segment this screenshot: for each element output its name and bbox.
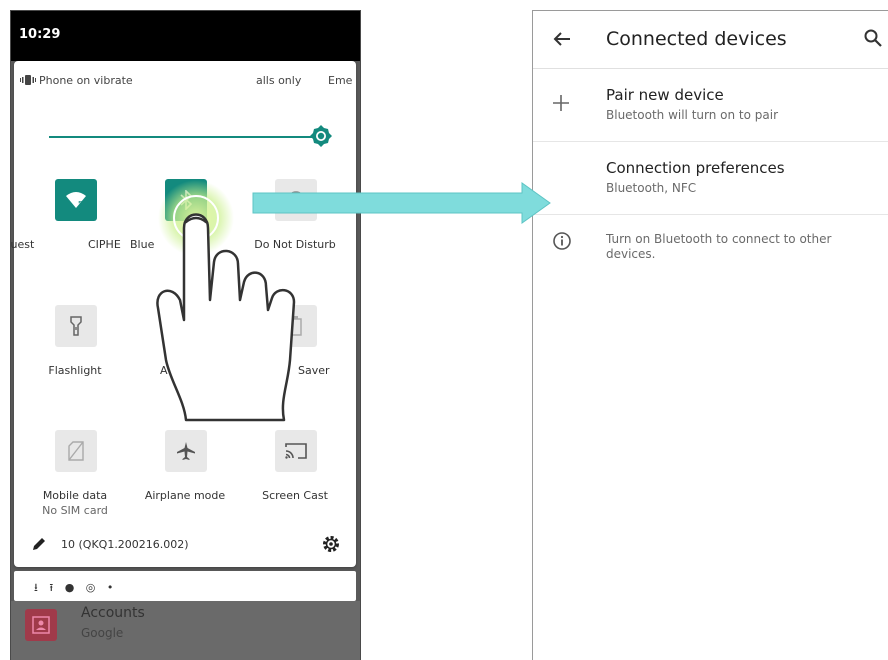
connected-devices-screen: Connected devices Pair new device Blueto… [532, 10, 888, 660]
app-bar: Connected devices [533, 11, 888, 69]
pair-new-device-item[interactable]: Pair new device Bluetooth will turn on t… [533, 69, 888, 142]
calls-only-label: alls only [256, 74, 302, 87]
tile-dnd-button[interactable] [275, 179, 317, 221]
accounts-subtitle: Google [81, 626, 124, 640]
cast-icon [285, 443, 307, 459]
tile-dnd[interactable]: Do Not Disturb [240, 179, 350, 269]
airplane-icon [177, 442, 195, 460]
tile-screen-cast[interactable]: Screen Cast [240, 430, 350, 520]
tile-battery-saver-button[interactable] [275, 305, 317, 347]
brightness-thumb-icon[interactable] [310, 125, 332, 147]
tile-bluetooth[interactable]: Blue [130, 179, 240, 269]
vibrate-icon [20, 75, 36, 85]
tile-label: A [160, 364, 168, 377]
connection-preferences-item[interactable]: Connection preferences Bluetooth, NFC [533, 142, 888, 215]
notification-icons: ⭳ ⭱ ● ◎ • [34, 581, 118, 594]
tile-flashlight[interactable]: Flashlight [20, 305, 130, 395]
tile-label: Do Not Disturb [254, 238, 336, 251]
tile-screen-cast-button[interactable] [275, 430, 317, 472]
qs-footer: 10 (QKQ1.200216.002) [14, 535, 356, 559]
tile-label: Screen Cast [262, 489, 328, 502]
account-box-icon [32, 616, 50, 634]
quick-settings-screen: 10:29 Phone on vibrate alls only Eme 5 u… [10, 10, 361, 660]
tile-auto-rotate[interactable]: A [130, 305, 240, 395]
brightness-slider[interactable] [49, 136, 314, 138]
vibrate-label[interactable]: Phone on vibrate [39, 74, 133, 87]
build-number: 10 (QKQ1.200216.002) [61, 538, 189, 551]
battery-saver-icon [290, 316, 302, 336]
back-arrow-icon[interactable] [551, 28, 573, 50]
tile-bluetooth-button[interactable] [165, 179, 207, 221]
accounts-title: Accounts [81, 605, 145, 621]
qs-header: Phone on vibrate alls only Eme [14, 71, 356, 93]
quick-settings-panel: Phone on vibrate alls only Eme 5 Guest C… [11, 61, 356, 567]
search-icon[interactable] [863, 28, 883, 48]
pair-new-device-subtitle: Bluetooth will turn on to pair [606, 108, 779, 122]
tile-label: Blue [130, 238, 155, 251]
page-title: Connected devices [606, 28, 787, 50]
status-time: 10:29 [19, 27, 61, 42]
flashlight-icon [70, 316, 82, 336]
bluetooth-icon [180, 190, 193, 210]
info-icon [553, 232, 571, 250]
tile-airplane-button[interactable] [165, 430, 207, 472]
tile-label: Guest [10, 238, 35, 251]
tile-sublabel: No SIM card [42, 504, 108, 517]
settings-gear-icon[interactable] [322, 535, 340, 553]
tile-label: Saver [298, 364, 330, 377]
tile-flashlight-button[interactable] [55, 305, 97, 347]
tile-label: Flashlight [48, 364, 102, 377]
notification-strip[interactable]: ⭳ ⭱ ● ◎ • [14, 571, 356, 601]
mobile-data-icon [68, 441, 84, 461]
connection-preferences-title: Connection preferences [606, 159, 785, 177]
edit-pencil-icon[interactable] [31, 536, 47, 552]
plus-icon [553, 95, 569, 111]
do-not-disturb-icon [287, 191, 305, 209]
tile-airplane[interactable]: Airplane mode [130, 430, 240, 520]
tile-mobile-data[interactable]: Mobile data No SIM card [20, 430, 130, 520]
connection-preferences-subtitle: Bluetooth, NFC [606, 181, 697, 195]
svg-text:5: 5 [78, 200, 82, 208]
accounts-app-icon [25, 609, 57, 641]
background-app-row: Accounts Google [11, 601, 360, 660]
bluetooth-info-text: Turn on Bluetooth to connect to other de… [606, 232, 832, 261]
tile-mobile-data-button[interactable] [55, 430, 97, 472]
tile-battery-saver[interactable]: Saver [240, 305, 350, 395]
tile-wifi-button[interactable]: 5 [55, 179, 97, 221]
emergency-label: Eme [328, 74, 353, 87]
pair-new-device-title: Pair new device [606, 86, 724, 104]
tile-wifi[interactable]: 5 Guest CIPHE [11, 179, 130, 269]
wifi-icon: 5 [66, 192, 86, 208]
status-bar: 10:29 [11, 11, 360, 61]
